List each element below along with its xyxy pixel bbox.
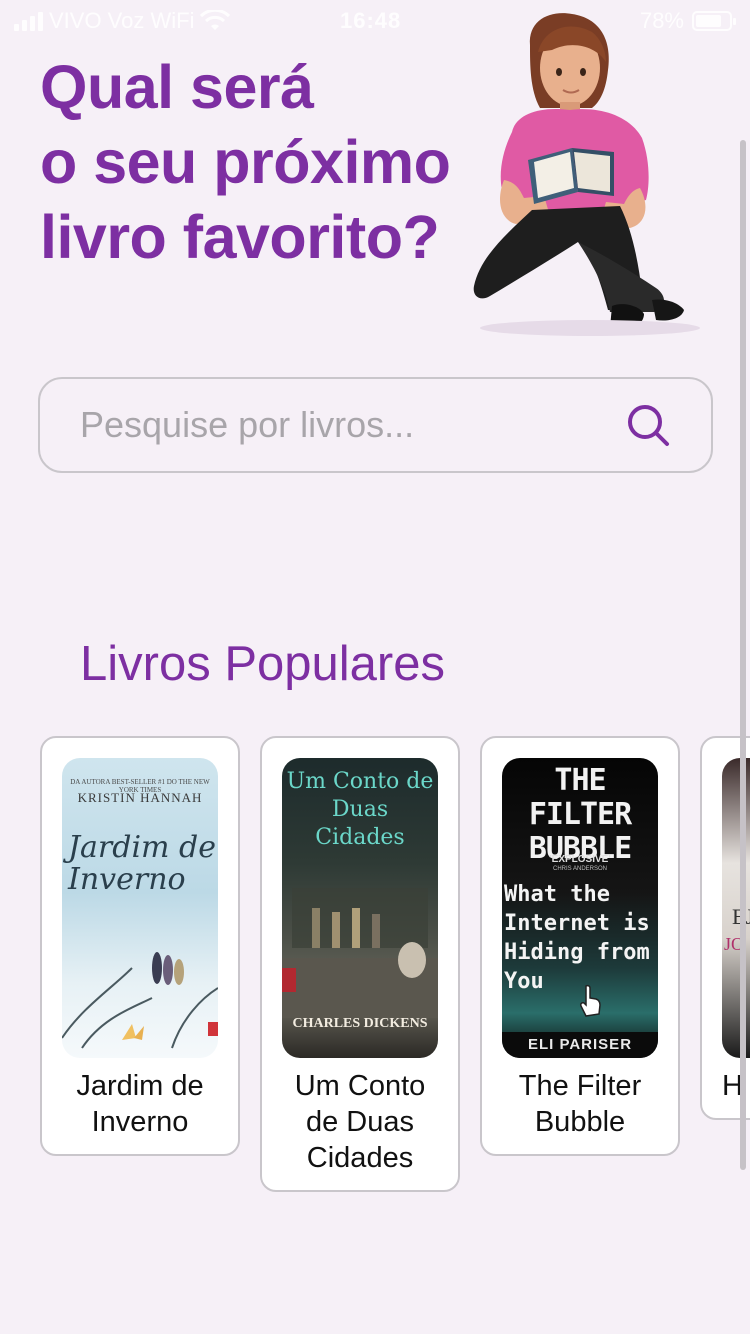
book-cover[interactable]: DA AUTORA BEST-SELLER #1 DO THE NEW YORK… (62, 758, 218, 1058)
book-title-line: The Filter (518, 1070, 642, 1102)
page-title: Qual será o seu próximo livro favorito? (40, 50, 470, 275)
cover-quote: 'EXPLOSIVE' (549, 854, 611, 865)
book-title: Jardim de Inverno (62, 1068, 218, 1140)
popular-books-title: Livros Populares (80, 637, 445, 691)
crowd-scene-illustration (282, 888, 438, 1018)
title-line: Qual será (40, 53, 314, 121)
title-line: livro favorito? (40, 203, 440, 271)
book-cover[interactable]: Um Conto de Duas Cidades CHARLES DICKENS (282, 758, 438, 1058)
cover-title: Um Conto de Duas Cidades (286, 769, 434, 850)
popular-books-carousel[interactable]: DA AUTORA BEST-SELLER #1 DO THE NEW YORK… (40, 736, 750, 1206)
book-title-line: Um Conto (294, 1070, 426, 1102)
cover-author: ELI PARISER (502, 1032, 658, 1058)
winter-scene-illustration (62, 952, 218, 1049)
scrollbar[interactable] (740, 140, 746, 1170)
cover-subtitle: What the Internet is Hiding from You (504, 882, 650, 994)
status-left: VIVO Voz WiFi (14, 8, 231, 34)
search-icon[interactable] (625, 402, 671, 448)
cover-quote-author: CHRIS ANDERSON (552, 866, 607, 872)
woman-reading-illustration (473, 13, 700, 336)
book-title-line: Jardim de (76, 1070, 204, 1102)
hand-cursor-icon (580, 984, 601, 1017)
cover-author: CHARLES DICKENS (292, 1016, 428, 1031)
book-title: The Filter Bubble (502, 1068, 658, 1140)
book-title-line: de Duas (305, 1106, 414, 1138)
book-card-um-conto-de-duas-cidades[interactable]: Um Conto de Duas Cidades CHARLES DICKENS… (260, 736, 460, 1192)
carrier-label: VIVO Voz WiFi (49, 8, 195, 33)
book-title-line: Inverno (91, 1106, 189, 1138)
title-line: o seu próximo (40, 128, 451, 196)
cover-title: THE FILTER BUBBLE (528, 763, 632, 866)
wifi-icon (200, 10, 231, 30)
book-card-the-filter-bubble[interactable]: THE FILTER BUBBLE 'EXPLOSIVE' CHRIS ANDE… (480, 736, 680, 1156)
home-screen: VIVO Voz WiFi 16:48 78% Qual será o seu … (0, 0, 750, 1334)
search-bar[interactable] (38, 377, 713, 473)
book-title-line: Bubble (534, 1106, 626, 1138)
cover-author: KRISTIN HANNAH (77, 790, 203, 805)
book-cover[interactable]: THE FILTER BUBBLE 'EXPLOSIVE' CHRIS ANDE… (502, 758, 658, 1058)
book-card-jardim-de-inverno[interactable]: DA AUTORA BEST-SELLER #1 DO THE NEW YORK… (40, 736, 240, 1156)
search-input[interactable] (80, 404, 615, 446)
cover-title: Jardim de Inverno (68, 830, 216, 897)
book-title: Um Conto de Duas Cidades (282, 1068, 438, 1176)
signal-icon (14, 11, 43, 31)
status-time: 16:48 (340, 8, 402, 33)
book-title-line: Cidades (306, 1142, 414, 1174)
